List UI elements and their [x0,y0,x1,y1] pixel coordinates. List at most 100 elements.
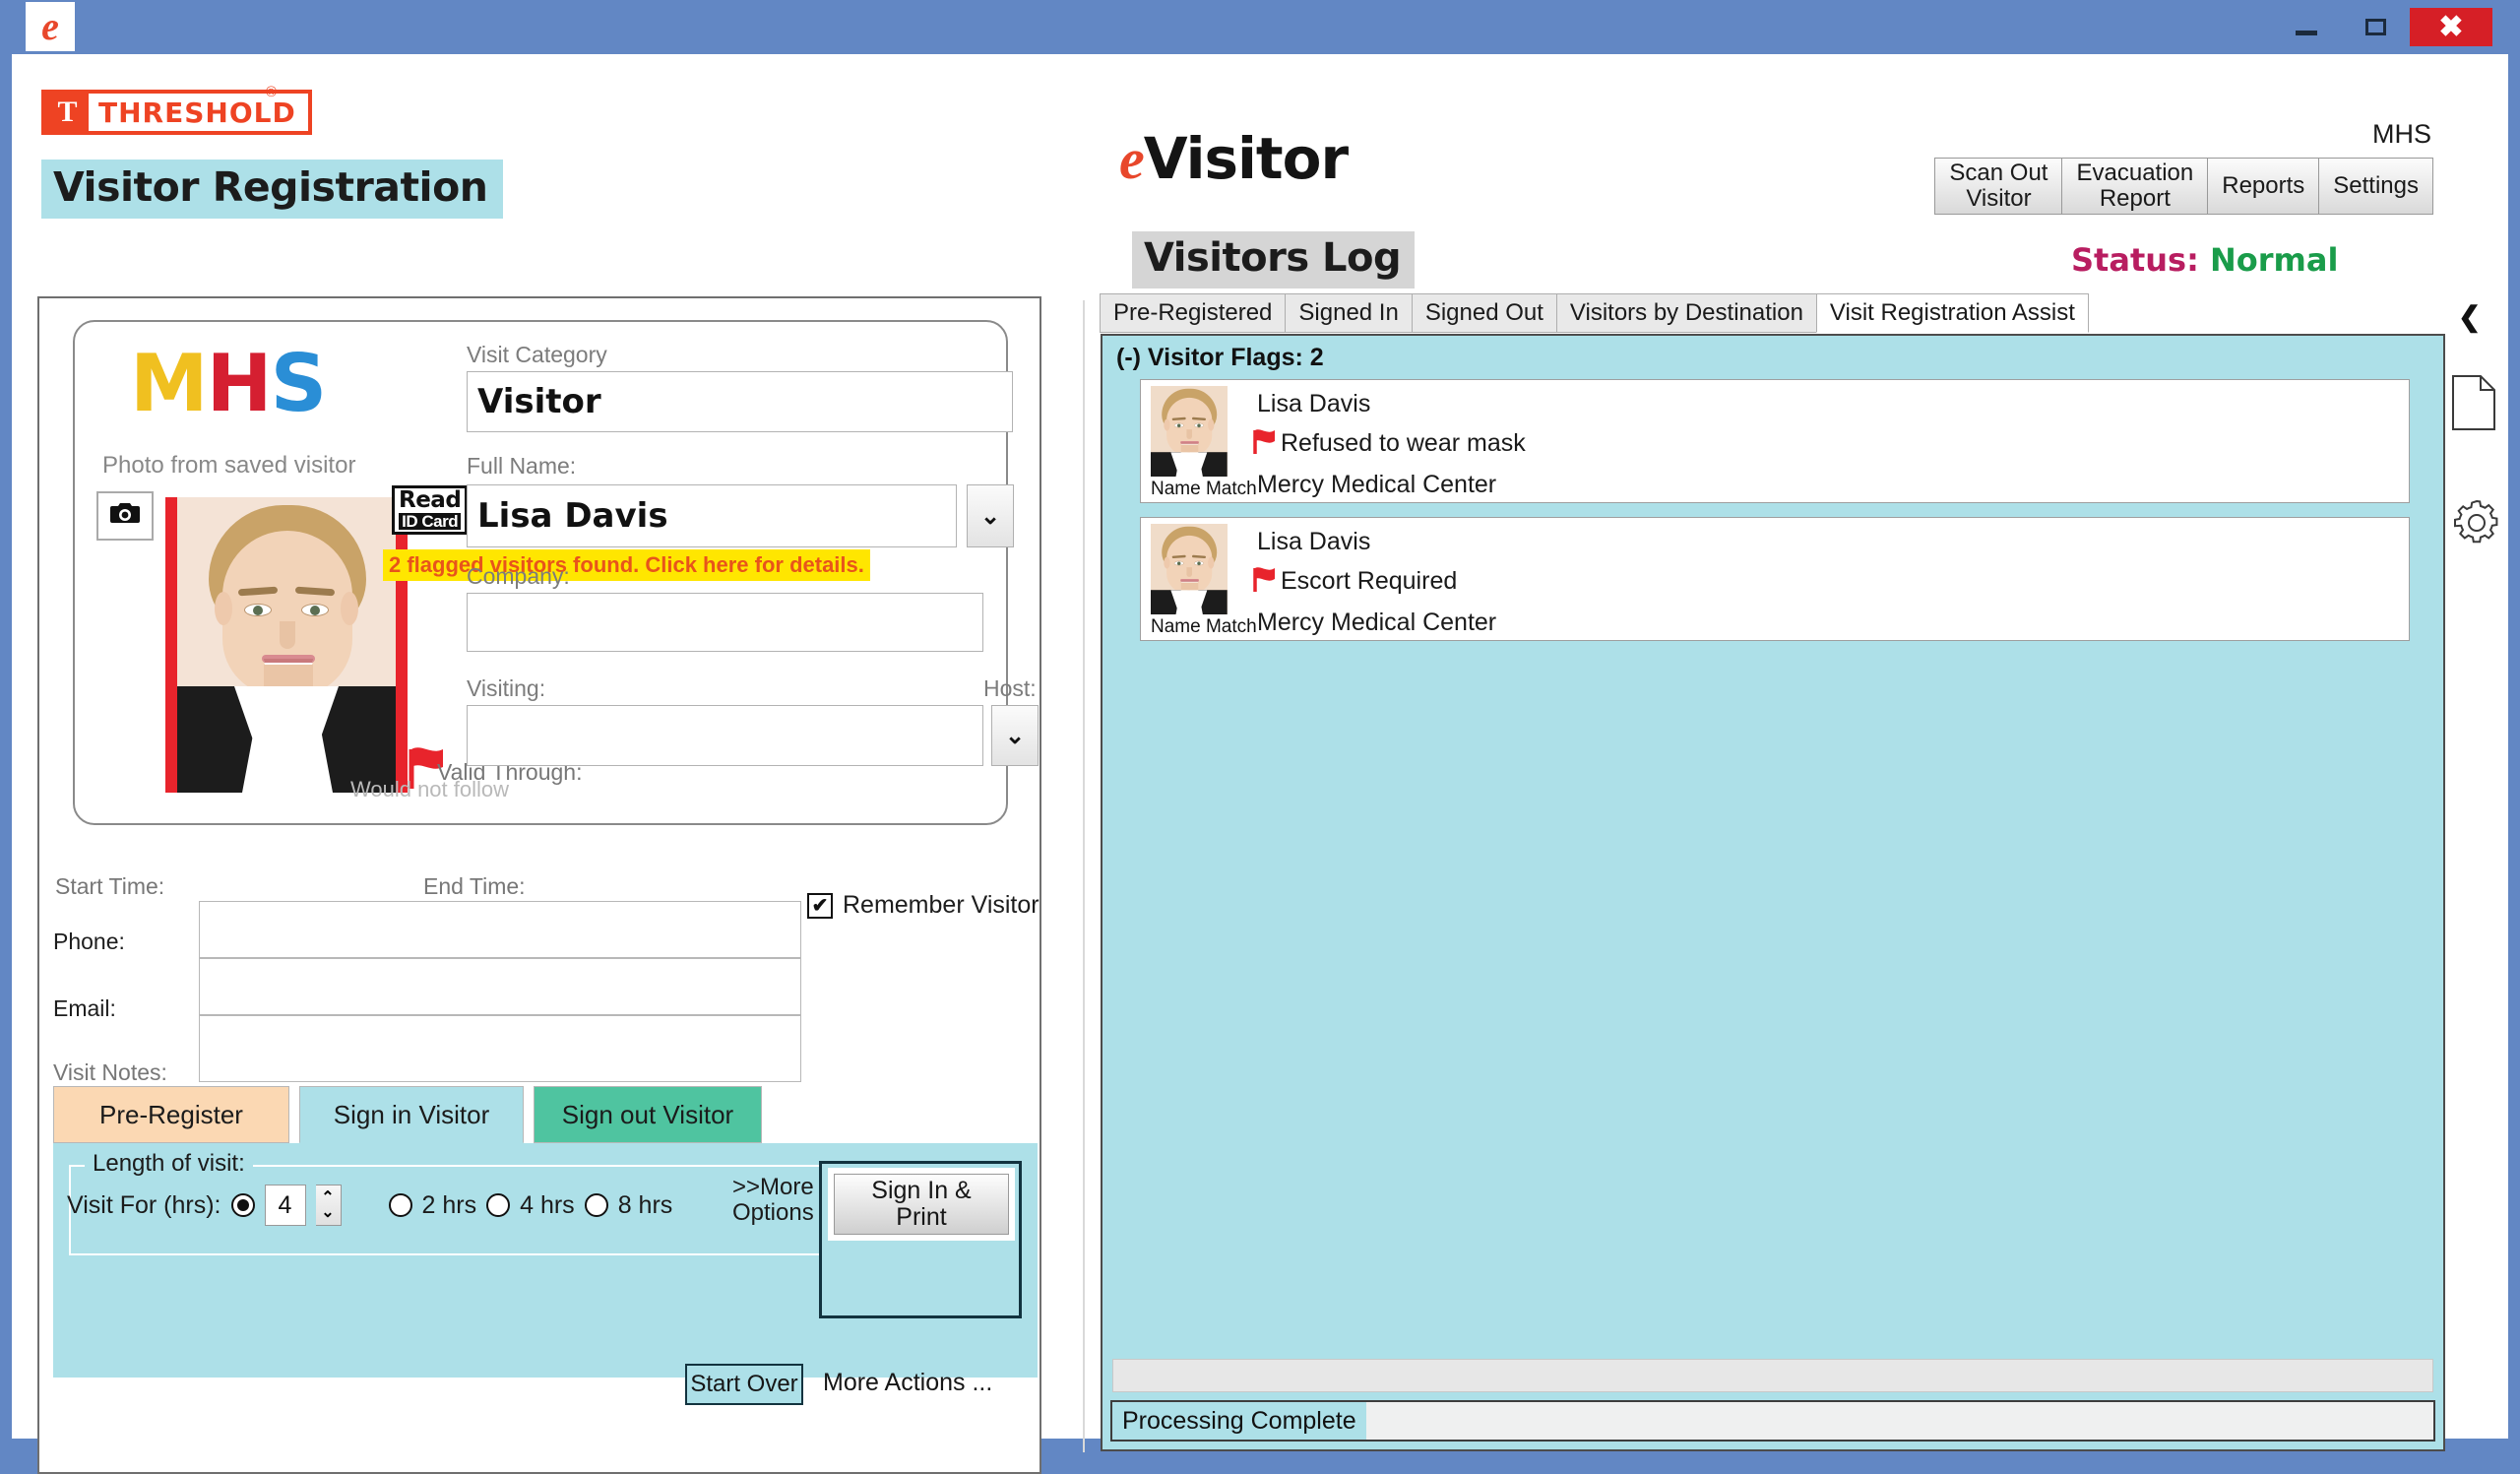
status-bar-text: Processing Complete [1112,1402,1366,1440]
flag-card[interactable]: Name Match Lisa Davis Refused to wear ma… [1140,379,2410,503]
status-bar: Processing Complete [1110,1400,2435,1442]
photo-accent-bar-left [165,497,177,793]
flag-reason-row: Escort Required [1251,565,1457,598]
mhs-logo-m: M [130,338,207,429]
phone-label: Phone: [53,929,125,955]
start-over-button[interactable]: Start Over [685,1364,803,1405]
chevron-down-icon: ⌄ [1005,722,1025,750]
red-flag-icon [1251,565,1277,598]
more-options-line1: >>More [732,1175,814,1200]
sign-in-print-line1: Sign In & [871,1177,971,1204]
chevron-left-icon[interactable]: ❮ [2458,300,2481,333]
radio-4-hrs[interactable] [486,1193,510,1217]
tab-sign-in-visitor[interactable]: Sign in Visitor [299,1086,524,1143]
email-label: Email: [53,995,116,1022]
full-name-dropdown-button[interactable]: ⌄ [967,484,1014,547]
evisitor-logo-e: e [1119,127,1144,191]
threshold-mark: T [45,94,89,131]
radio-8-hrs[interactable] [585,1193,608,1217]
app-icon: e [26,2,75,51]
visit-category-input[interactable]: Visitor [467,371,1013,432]
chevron-down-icon: ⌄ [980,502,1000,531]
visitor-flags-header[interactable]: (-) Visitor Flags: 2 [1116,344,1324,372]
capture-photo-button[interactable] [96,491,154,541]
tab-signed-in[interactable]: Signed In [1285,293,1412,333]
remember-visitor-checkbox[interactable]: ✔ [807,893,833,919]
flag-card[interactable]: Name Match Lisa Davis Escort Required Me… [1140,517,2410,641]
avatar [1151,386,1228,477]
maximize-button[interactable] [2341,0,2410,54]
visit-options-panel: Length of visit: Visit For (hrs): 4 ⌃ ⌄ … [53,1143,1038,1378]
radio-8-hrs-label: 8 hrs [618,1191,673,1220]
flagged-visitor-name: Lisa Davis [1257,528,1370,556]
remember-visitor-label: Remember Visitor [843,891,1040,920]
sign-in-and-print-button[interactable]: Sign In & Print [834,1174,1009,1235]
more-options-link[interactable]: >>More Options [732,1175,814,1226]
site-code-label: MHS [2372,119,2431,150]
visitor-photo-frame[interactable] [165,497,408,793]
evisitor-logo: eVisitor [1119,125,1348,192]
custom-hours-input[interactable]: 4 [265,1185,306,1226]
tab-sign-out-visitor[interactable]: Sign out Visitor [534,1086,762,1143]
flag-banner[interactable]: 2 flagged visitors found. Click here for… [383,549,870,581]
host-dropdown-button[interactable]: ⌄ [991,705,1039,766]
settings-button[interactable]: Settings [2318,158,2433,215]
visitors-log-title: Visitors Log [1132,231,1415,288]
close-button[interactable]: ✖ [2410,8,2492,46]
host-label: Host: [983,675,1037,702]
radio-2-hrs[interactable] [389,1193,412,1217]
remember-visitor-row[interactable]: ✔ Remember Visitor [807,891,1040,920]
avatar [1151,524,1228,614]
flagged-visitor-org: Mercy Medical Center [1257,609,1496,637]
more-actions-link[interactable]: More Actions ... [823,1369,992,1397]
status-label: Status: [2071,241,2199,279]
status-indicator: Status: Normal [2071,241,2338,279]
phone-input[interactable] [199,901,801,958]
document-icon[interactable] [2451,374,2496,436]
scan-out-line2: Visitor [1966,185,2031,212]
tab-pre-register[interactable]: Pre-Register [53,1086,289,1143]
read-id-card-button[interactable]: Read ID Card [392,485,468,535]
scan-out-visitor-button[interactable]: Scan OutVisitor [1934,158,2062,215]
read-id-line2: ID Card [399,513,461,530]
visiting-input[interactable] [467,705,983,766]
horizontal-scrollbar[interactable] [1112,1359,2433,1392]
email-input[interactable] [199,958,801,1015]
visit-notes-label: Visit Notes: [53,1059,167,1086]
tab-visitors-by-destination[interactable]: Visitors by Destination [1556,293,1817,333]
full-name-input[interactable]: Lisa Davis [467,484,957,547]
match-type-label: Name Match [1151,616,1257,638]
evacuation-report-button[interactable]: EvacuationReport [2061,158,2208,215]
minimize-button[interactable] [2272,0,2341,54]
tab-pre-registered[interactable]: Pre-Registered [1100,293,1286,333]
custom-hours-stepper[interactable]: ⌃ ⌄ [316,1185,342,1226]
full-name-label: Full Name: [467,453,576,480]
flag-reason-row: Refused to wear mask [1251,427,1526,460]
tab-signed-out[interactable]: Signed Out [1412,293,1557,333]
registered-trademark-icon: ® [266,84,277,100]
window-controls: ✖ [2272,0,2520,54]
reports-button[interactable]: Reports [2207,158,2319,215]
pane-divider [1083,300,1085,1452]
tab-visit-registration-assist[interactable]: Visit Registration Assist [1816,293,2089,333]
page-title: Visitor Registration [41,160,503,219]
company-input[interactable] [467,593,983,652]
visiting-label: Visiting: [467,675,545,702]
visit-length-controls: Visit For (hrs): 4 ⌃ ⌄ 2 hrs 4 hrs 8 hrs [67,1185,672,1226]
match-type-label: Name Match [1151,479,1257,500]
evac-line2: Report [2100,185,2171,212]
evisitor-e-icon: e [41,7,59,46]
length-of-visit-title: Length of visit: [85,1150,253,1178]
sign-in-print-line2: Print [896,1203,946,1231]
start-time-label: Start Time: [55,873,164,900]
top-action-buttons: Scan OutVisitor EvacuationReport Reports… [1935,158,2433,215]
visit-notes-input[interactable] [199,1015,801,1082]
photo-identity-box: MHS Photo from saved visitor [73,320,1008,825]
scan-out-line1: Scan Out [1949,160,2048,186]
title-bar: e ✖ [0,0,2520,54]
photo-caption: Photo from saved visitor [102,452,355,480]
gear-icon[interactable] [2451,497,2502,553]
radio-custom-hours[interactable] [231,1193,255,1217]
radio-4-hrs-label: 4 hrs [520,1191,575,1220]
maximize-icon [2365,19,2386,35]
